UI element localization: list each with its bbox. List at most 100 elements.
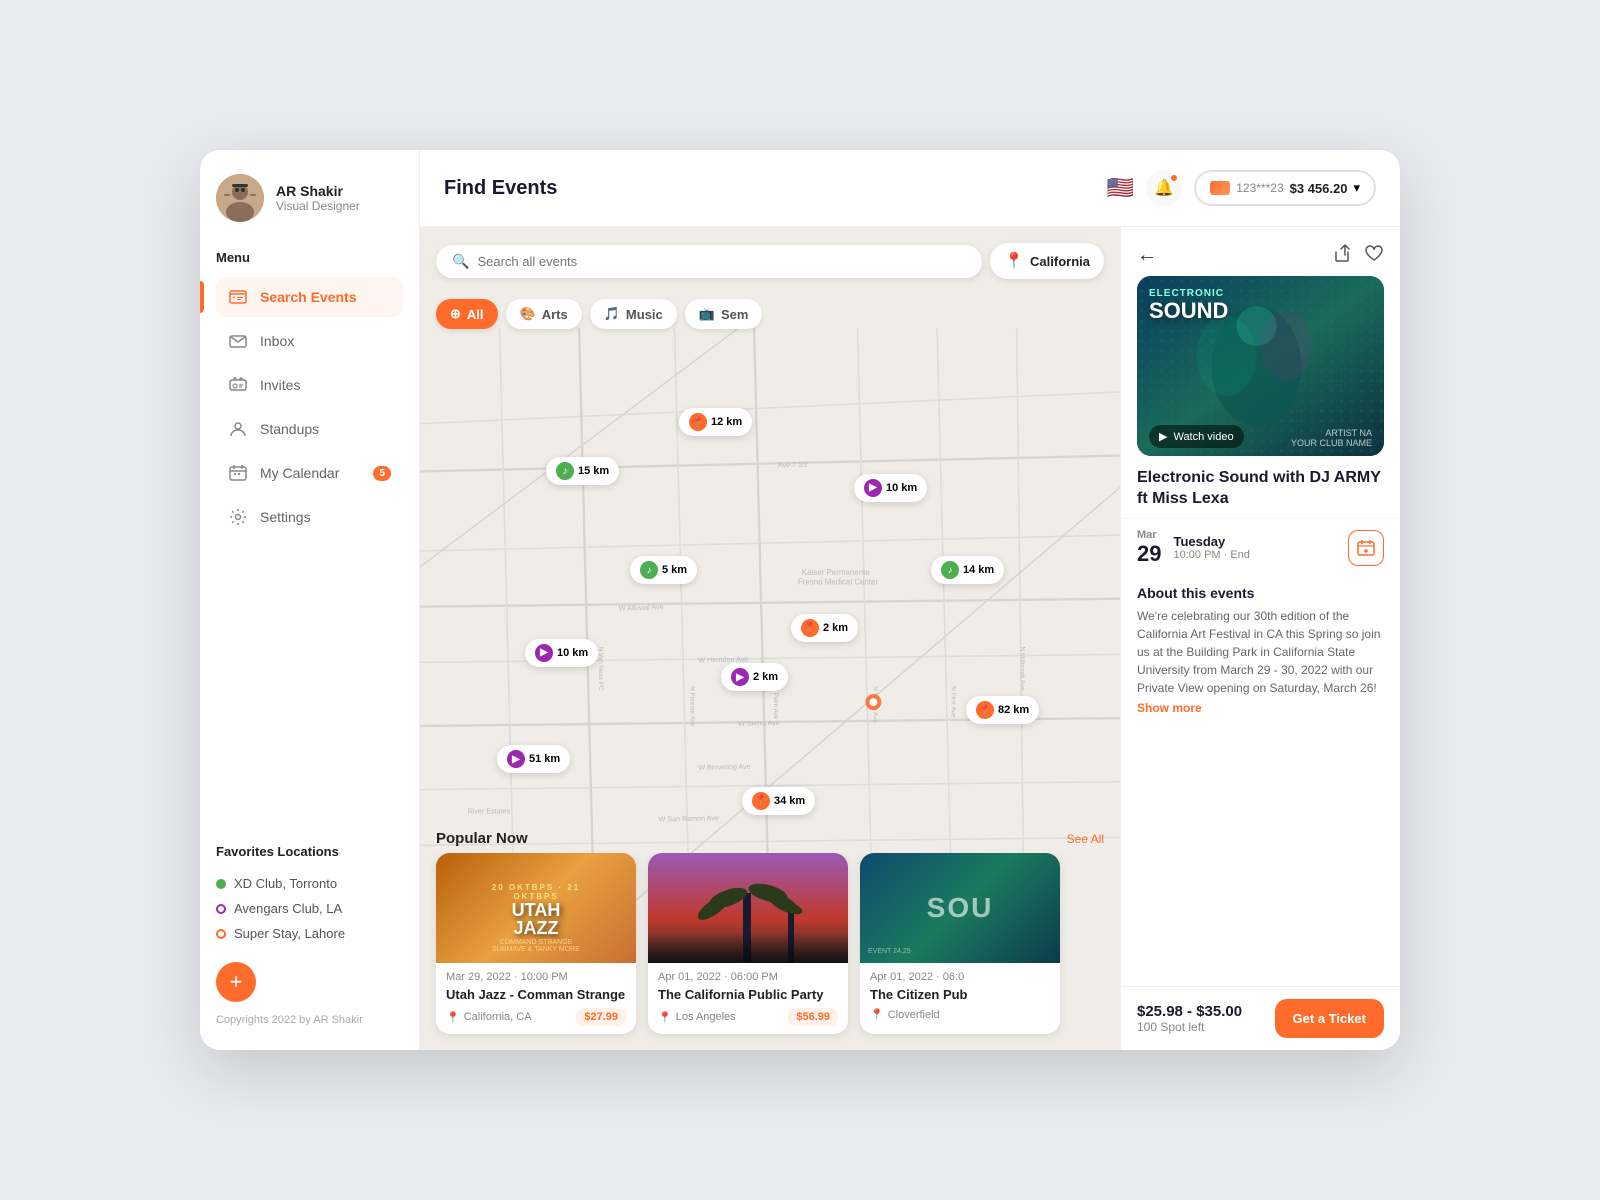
header-right: 🇺🇸 🔔 123***23 $3 456.20 ▾: [1107, 170, 1376, 206]
standups-label: Standups: [260, 421, 319, 437]
inbox-icon: [228, 331, 248, 351]
favorite-button[interactable]: [1364, 243, 1384, 268]
event-img-sound: SOU EVENT 24,25: [860, 853, 1060, 963]
back-button[interactable]: ←: [1137, 244, 1157, 267]
event-card-utah-jazz[interactable]: 20 OKTBPS · 21 OKTBPS UTAHJAZZ COMMAND S…: [436, 853, 636, 1034]
marker-15km[interactable]: ♪ 15 km: [546, 457, 619, 485]
search-input-wrap[interactable]: 🔍: [436, 245, 982, 278]
marker-14km[interactable]: ♪ 14 km: [931, 556, 1004, 584]
svg-text:N Foreste Ave: N Foreste Ave: [688, 686, 695, 727]
fav-avengars[interactable]: Avengars Club, LA: [216, 896, 403, 921]
location-pin-small-3: 📍: [870, 1008, 884, 1021]
event-body-utah: Mar 29, 2022 · 10:00 PM Utah Jazz - Comm…: [436, 963, 636, 1034]
loc-marker-icon-3: 📍: [976, 701, 994, 719]
see-all-link[interactable]: See All: [1067, 832, 1104, 846]
nav-items: Search Events Inbox: [216, 277, 403, 537]
sidebar-item-invites[interactable]: Invites: [216, 365, 403, 405]
video-marker-icon-2: ▶: [535, 644, 553, 662]
search-events-icon: [228, 287, 248, 307]
event-main-title: Electronic Sound with DJ ARMY ft Miss Le…: [1137, 468, 1384, 510]
show-more-link[interactable]: Show more: [1137, 701, 1384, 715]
marker-82km[interactable]: 📍 82 km: [966, 696, 1039, 724]
filter-all[interactable]: ⊕ All: [436, 299, 498, 329]
price-range: $25.98 - $35.00: [1137, 1003, 1242, 1020]
event-img-cali: [648, 853, 848, 963]
fav-xd-label: XD Club, Torronto: [234, 876, 337, 891]
sidebar-item-inbox[interactable]: Inbox: [216, 321, 403, 361]
map-search-bar: 🔍 📍 California: [436, 243, 1104, 279]
search-input[interactable]: [477, 254, 966, 269]
loc-marker-icon: 📍: [689, 413, 707, 431]
music-icon: 🎵: [604, 306, 620, 322]
svg-text:N Millbrook Ave: N Millbrook Ave: [1019, 646, 1026, 691]
invites-label: Invites: [260, 377, 300, 393]
svg-text:N Palm Ave: N Palm Ave: [772, 686, 779, 720]
sidebar-item-search-events[interactable]: Search Events: [216, 277, 403, 317]
event-card-citizen-pub[interactable]: SOU EVENT 24,25 Apr 01, 2022 · 06:0 The …: [860, 853, 1060, 1034]
about-section: About this events We're celebrating our …: [1121, 577, 1400, 986]
sidebar-item-settings[interactable]: Settings: [216, 497, 403, 537]
panel-actions: [1332, 243, 1384, 268]
location-pin-small-2: 📍: [658, 1011, 672, 1024]
settings-icon: [228, 507, 248, 527]
marker-12km[interactable]: 📍 12 km: [679, 408, 752, 436]
fav-dot-avengars: [216, 904, 226, 914]
page-title: Find Events: [444, 177, 1107, 200]
copyright-text: Copyrights 2022 by AR Shakir: [216, 1014, 403, 1026]
marker-10km-left[interactable]: ▶ 10 km: [525, 639, 598, 667]
about-title: About this events: [1137, 585, 1384, 601]
filter-arts[interactable]: 🎨 Arts: [506, 299, 582, 329]
music-marker-icon: ♪: [556, 462, 574, 480]
event-card-cali-party[interactable]: Apr 01, 2022 · 06:00 PM The California P…: [648, 853, 848, 1034]
user-profile: AR Shakir Visual Designer: [216, 174, 403, 222]
notifications-button[interactable]: 🔔: [1146, 170, 1182, 206]
filter-chips: ⊕ All 🎨 Arts 🎵 Music 📺: [436, 299, 762, 329]
events-row: 20 OKTBPS · 21 OKTBPS UTAHJAZZ COMMAND S…: [420, 853, 1120, 1050]
marker-2km-mid[interactable]: 📍 2 km: [791, 614, 858, 642]
cover-bottom: ▶ Watch video ARTIST NA YOUR CLUB NAME: [1137, 417, 1384, 456]
marker-34km[interactable]: 📍 34 km: [742, 787, 815, 815]
sidebar-item-my-calendar[interactable]: My Calendar 5: [216, 453, 403, 493]
avatar: [216, 174, 264, 222]
popular-section: Popular Now See All 20 OKTBPS: [420, 822, 1120, 1050]
wallet-button[interactable]: 123***23 $3 456.20 ▾: [1194, 170, 1376, 206]
watch-video-button[interactable]: ▶ Watch video: [1149, 425, 1244, 448]
sidebar: AR Shakir Visual Designer Menu Search Ev…: [200, 150, 420, 1050]
fav-xd-club[interactable]: XD Club, Torronto: [216, 871, 403, 896]
favorites-label: Favorites Locations: [216, 844, 403, 859]
event-body-citizen: Apr 01, 2022 · 06:0 The Citizen Pub 📍 Cl…: [860, 963, 1060, 1029]
chevron-down-icon: ▾: [1353, 180, 1360, 196]
standups-icon: [228, 419, 248, 439]
add-location-button[interactable]: +: [216, 962, 256, 1002]
music-marker-icon-2: ♪: [640, 561, 658, 579]
flag-icon: 🇺🇸: [1107, 175, 1134, 201]
filter-sem[interactable]: 📺 Sem: [685, 299, 763, 329]
marker-51km[interactable]: ▶ 51 km: [497, 745, 570, 773]
svg-text:River Estates: River Estates: [468, 808, 511, 816]
music-marker-icon-3: ♪: [941, 561, 959, 579]
marker-10km-top[interactable]: ▶ 10 km: [854, 474, 927, 502]
calendar-badge: 5: [373, 466, 391, 481]
location-name: California: [1030, 254, 1090, 269]
location-pin-small: 📍: [446, 1011, 460, 1024]
svg-text:W Alluvial Ave: W Alluvial Ave: [619, 603, 664, 613]
cover-content: ELECTRONIC SOUND: [1137, 276, 1384, 335]
event-cover: ELECTRONIC SOUND ▶ Watch video ARTIST NA…: [1137, 276, 1384, 456]
app-header: Find Events 🇺🇸 🔔 123***23 $3 456.20 ▾: [420, 150, 1400, 227]
fav-avengars-label: Avengars Club, LA: [234, 901, 342, 916]
event-body-cali: Apr 01, 2022 · 06:00 PM The California P…: [648, 963, 848, 1034]
location-chip[interactable]: 📍 California: [990, 243, 1104, 279]
play-icon: ▶: [1159, 430, 1167, 443]
panel-footer: $25.98 - $35.00 100 Spot left Get a Tick…: [1121, 986, 1400, 1050]
add-to-calendar-button[interactable]: [1348, 530, 1384, 566]
share-button[interactable]: [1332, 243, 1352, 268]
marker-5km[interactable]: ♪ 5 km: [630, 556, 697, 584]
fav-super-stay[interactable]: Super Stay, Lahore: [216, 921, 403, 946]
fav-dot-super: [216, 929, 226, 939]
filter-music[interactable]: 🎵 Music: [590, 299, 677, 329]
map-background: Ave 7 1/2 W Alluvial Ave W Herndon Ave W…: [420, 227, 1120, 1050]
get-ticket-button[interactable]: Get a Ticket: [1275, 999, 1384, 1038]
svg-text:N First Ave: N First Ave: [949, 686, 956, 717]
marker-2km-right[interactable]: ▶ 2 km: [721, 663, 788, 691]
sidebar-item-standups[interactable]: Standups: [216, 409, 403, 449]
